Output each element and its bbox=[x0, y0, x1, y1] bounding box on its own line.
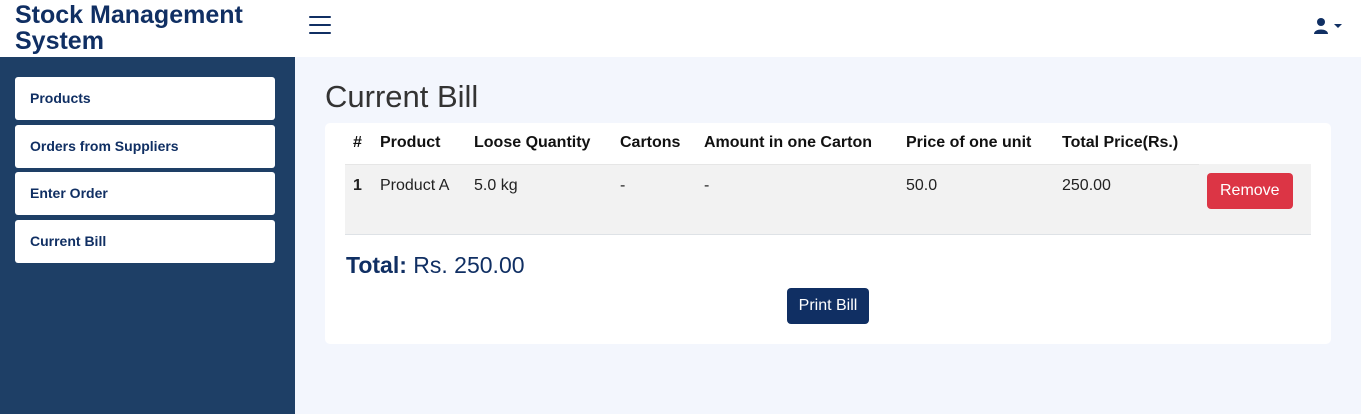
total-label: Total: bbox=[346, 252, 407, 278]
caret-down-icon bbox=[1334, 24, 1342, 28]
cell-unit-price: 50.0 bbox=[898, 164, 1054, 235]
bill-total: Total: Rs. 250.00 bbox=[346, 252, 525, 279]
total-value: Rs. 250.00 bbox=[413, 252, 525, 278]
column-header-loose-quantity: Loose Quantity bbox=[466, 123, 612, 165]
sidebar: Products Orders from Suppliers Enter Ord… bbox=[0, 57, 295, 414]
cell-product: Product A bbox=[372, 164, 466, 235]
remove-button[interactable]: Remove bbox=[1207, 173, 1293, 209]
hamburger-icon[interactable] bbox=[309, 16, 331, 36]
cell-loose-quantity: 5.0 kg bbox=[466, 164, 612, 235]
column-header-cartons: Cartons bbox=[612, 123, 696, 165]
user-menu-toggle[interactable] bbox=[1312, 16, 1348, 36]
row-number: 1 bbox=[345, 164, 372, 235]
cell-cartons: - bbox=[612, 164, 696, 235]
sidebar-item-orders-from-suppliers[interactable]: Orders from Suppliers bbox=[15, 125, 275, 168]
column-header-unit-price: Price of one unit bbox=[898, 123, 1054, 165]
top-navbar: Stock Management System bbox=[0, 0, 1361, 57]
column-header-product: Product bbox=[372, 123, 466, 165]
column-header-number: # bbox=[345, 123, 372, 165]
sidebar-item-enter-order[interactable]: Enter Order bbox=[15, 172, 275, 215]
column-header-actions bbox=[1199, 123, 1311, 164]
column-header-amount-in-carton: Amount in one Carton bbox=[696, 123, 898, 165]
page-title: Current Bill bbox=[325, 79, 479, 114]
app-title: Stock Management System bbox=[15, 1, 243, 55]
bill-table: # Product Loose Quantity Cartons Amount … bbox=[345, 123, 1311, 235]
cell-total-price: 250.00 bbox=[1054, 164, 1199, 235]
table-header-row: # Product Loose Quantity Cartons Amount … bbox=[345, 123, 1311, 165]
table-row: 1 Product A 5.0 kg - - 50.0 250.00 Remov… bbox=[345, 164, 1311, 235]
cell-actions: Remove bbox=[1199, 164, 1311, 235]
user-icon bbox=[1314, 18, 1342, 34]
print-bill-button[interactable]: Print Bill bbox=[787, 288, 869, 324]
sidebar-item-current-bill[interactable]: Current Bill bbox=[15, 220, 275, 263]
bill-card: # Product Loose Quantity Cartons Amount … bbox=[325, 123, 1331, 344]
column-header-total-price: Total Price(Rs.) bbox=[1054, 123, 1199, 165]
cell-amount-in-carton: - bbox=[696, 164, 898, 235]
sidebar-item-products[interactable]: Products bbox=[15, 77, 275, 120]
